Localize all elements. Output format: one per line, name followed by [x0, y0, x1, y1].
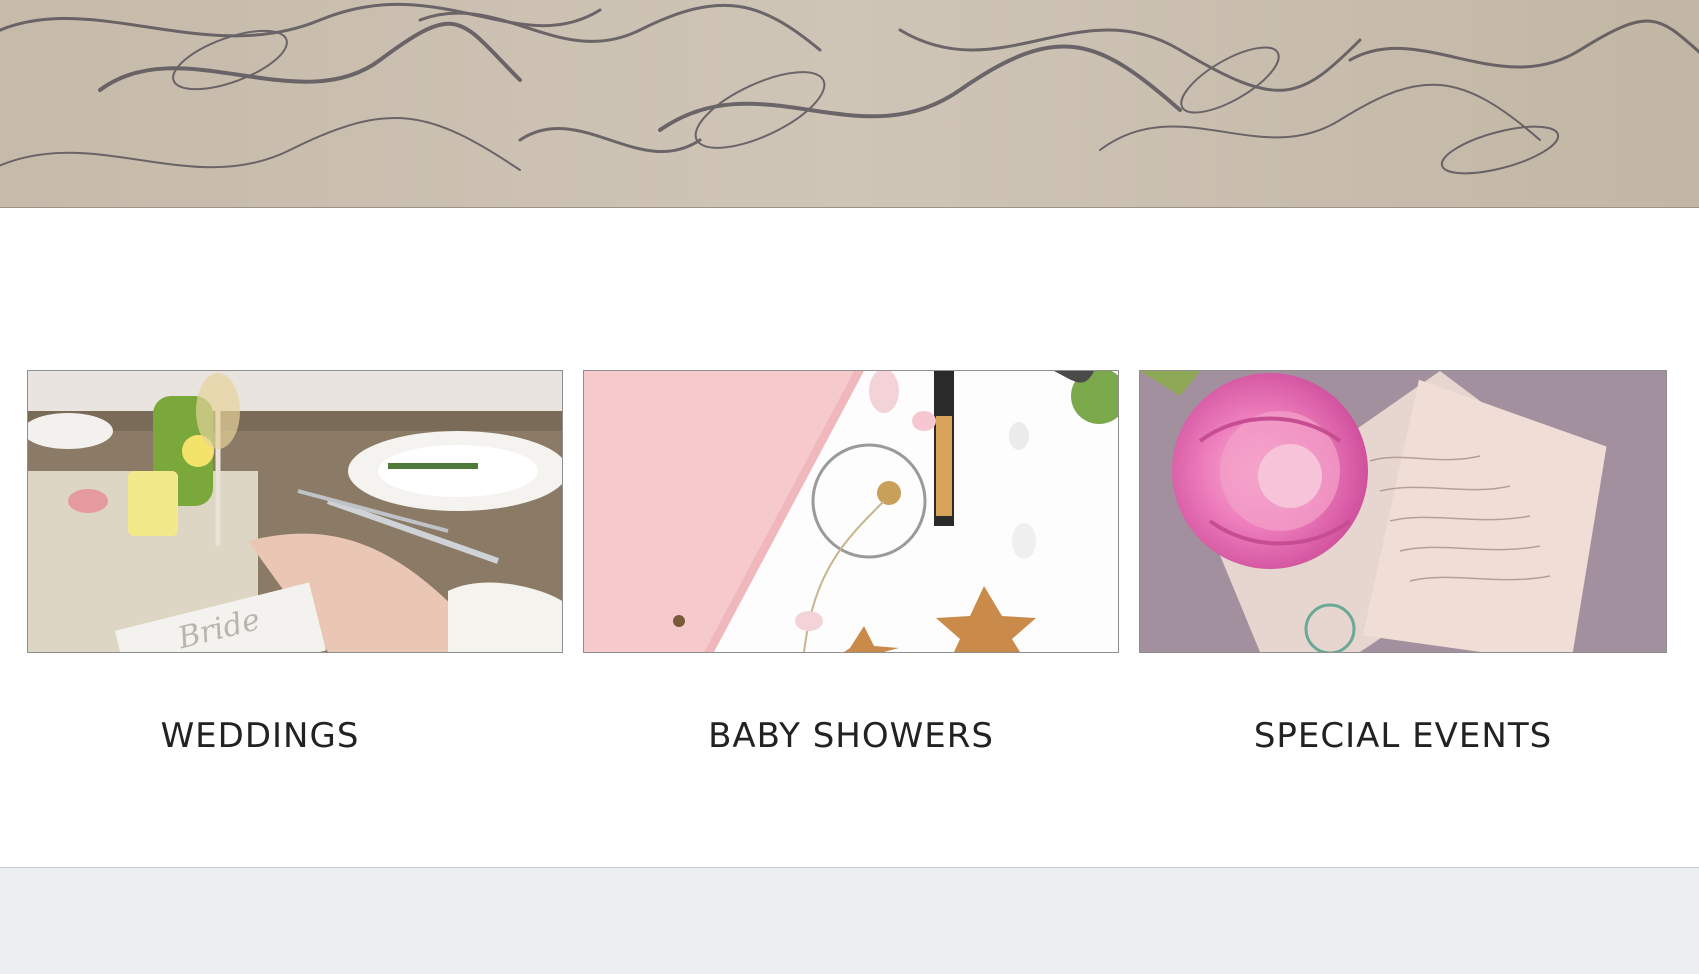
page-footer: [0, 867, 1699, 974]
category-card-weddings[interactable]: Bride WEDDINGS: [27, 370, 563, 770]
category-title-baby-showers[interactable]: BABY SHOWERS: [583, 716, 1119, 756]
hero-banner: [0, 0, 1699, 208]
event-categories: Bride WEDDINGS BABY SHOWERS SPECIAL EVEN…: [0, 370, 1699, 770]
baby-showers-image[interactable]: [583, 370, 1119, 653]
calligraphy-banner-image: [0, 0, 1699, 207]
category-title-weddings[interactable]: WEDDINGS: [0, 716, 528, 756]
category-title-special-events[interactable]: SPECIAL EVENTS: [1109, 716, 1697, 756]
special-events-image[interactable]: [1139, 370, 1667, 653]
weddings-image[interactable]: Bride: [27, 370, 563, 653]
category-card-special-events[interactable]: SPECIAL EVENTS: [1139, 370, 1667, 770]
category-card-baby-showers[interactable]: BABY SHOWERS: [583, 370, 1119, 770]
